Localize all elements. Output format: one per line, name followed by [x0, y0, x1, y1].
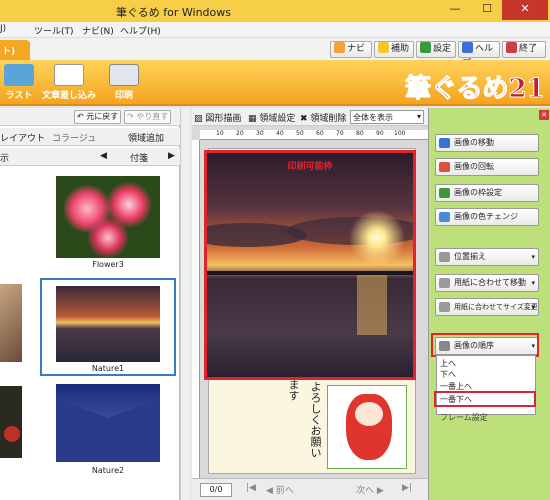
- view-toolbar: 示 ◀ 付箋 ▶: [0, 148, 180, 166]
- question-icon: [462, 42, 473, 53]
- tab-active[interactable]: ト): [0, 40, 30, 60]
- mountain-image: [56, 384, 160, 462]
- thumbnail-caption: Nature1: [91, 364, 125, 373]
- frame-icon: [439, 188, 450, 198]
- rotate-image-button[interactable]: 画像の回転: [435, 158, 539, 176]
- card-text-1: よろしくお願い: [309, 381, 322, 458]
- rotate-icon: [439, 162, 450, 172]
- app-logo: 筆ぐるめ21: [404, 74, 545, 105]
- ribbon: ラスト 文章差し込み 印刷 筆ぐるめ21: [0, 60, 550, 106]
- area-settings-button[interactable]: ▦ 領域設定: [248, 111, 295, 124]
- window-title: 筆ぐるめ for Windows: [116, 6, 232, 19]
- image-tools-panel: ✕ 画像の移動 画像の回転 画像の枠設定 画像の色チェンジ 位置揃え ▾ 用紙に合…: [428, 108, 550, 500]
- thumbnail-partial-1[interactable]: [0, 180, 24, 264]
- flower-image: [56, 176, 160, 258]
- help-support-button[interactable]: 補助: [374, 41, 414, 58]
- close-panel-icon[interactable]: ✕: [539, 110, 549, 120]
- draw-shape-button[interactable]: ▨ 図形描画: [194, 111, 241, 124]
- color-change-button[interactable]: 画像の色チェンジ: [435, 208, 539, 226]
- frame-settings-partial[interactable]: フレーム設定: [440, 412, 488, 424]
- ribbon-illust[interactable]: ラスト: [2, 64, 36, 101]
- add-area-button[interactable]: 領域追加: [128, 131, 164, 144]
- menu-item-down[interactable]: 下へ: [440, 369, 456, 380]
- fusen-tab[interactable]: 付箋: [130, 151, 148, 164]
- title-bar: 筆ぐるめ for Windows — ☐ ✕: [0, 0, 550, 22]
- settings-button[interactable]: 設定: [416, 41, 456, 58]
- collage-button[interactable]: コラージュ: [52, 131, 96, 144]
- help-button[interactable]: ヘルプ: [458, 41, 500, 69]
- daruma-illustration: [327, 385, 407, 469]
- text-merge-icon: [54, 64, 84, 86]
- horizontal-ruler: 10 20 30 40 50 60 70 80 90 100: [200, 130, 428, 140]
- print-area-label: 印刷可能枠: [287, 162, 333, 172]
- image-browser-panel: ↶ 元に戻す ↷ やり直す レイアウト コラージュ 領域追加 示 ◀ 付箋 ▶ …: [0, 108, 180, 500]
- align-icon: [439, 252, 450, 262]
- illust-icon: [4, 64, 34, 86]
- maximize-button[interactable]: ☐: [472, 0, 502, 20]
- exit-icon: [506, 42, 517, 53]
- vertical-ruler: [192, 140, 200, 480]
- thumbnail-partial-3[interactable]: [0, 386, 22, 458]
- move-icon: [439, 138, 450, 148]
- menu-navi[interactable]: ナビ(N): [82, 24, 114, 37]
- page-status-bar: 0/0 |◀ ◀ 前へ 次へ ▶ ▶|: [192, 478, 428, 500]
- fit-resize-icon: [439, 302, 450, 312]
- page-counter: 0/0: [200, 483, 232, 497]
- close-button[interactable]: ✕: [502, 0, 548, 20]
- menu-tools[interactable]: ツール(T): [34, 24, 74, 37]
- sunset-photo[interactable]: 印刷可能枠: [204, 150, 416, 380]
- thumbnail-caption: Nature2: [91, 466, 125, 475]
- fit-move-button[interactable]: 用紙に合わせて移動 ▾: [435, 274, 539, 292]
- fusen-prev[interactable]: ◀: [100, 151, 107, 161]
- order-button-highlight: [431, 333, 539, 357]
- minimize-button[interactable]: —: [438, 0, 472, 20]
- ribbon-text-merge[interactable]: 文章差し込み: [42, 64, 96, 101]
- area-delete-button[interactable]: ✖ 領域削除: [300, 111, 346, 124]
- navi-icon: [334, 42, 345, 53]
- star-icon: [378, 42, 389, 53]
- zoom-select[interactable]: 全体を表示 ▾: [350, 110, 424, 124]
- align-button[interactable]: 位置揃え ▾: [435, 248, 539, 266]
- menu-edit[interactable]: J): [0, 24, 6, 34]
- layout-toolbar: レイアウト コラージュ 領域追加: [0, 128, 180, 146]
- thumbnail-partial-2[interactable]: [0, 284, 22, 362]
- fit-resize-button[interactable]: 用紙に合わせてサイズ変更 ▾: [435, 298, 539, 316]
- prev-page-button[interactable]: ◀ 前へ: [266, 483, 294, 496]
- palette-icon: [439, 212, 450, 222]
- thumbnail-caption: Flower3: [92, 260, 124, 269]
- view-select[interactable]: 示: [0, 151, 9, 164]
- menu-item-up[interactable]: 上へ: [440, 358, 456, 369]
- card-text-2: ます: [287, 379, 300, 401]
- frame-image-button[interactable]: 画像の枠設定: [435, 184, 539, 202]
- menu-bar: J) ツール(T) ナビ(N) ヘルプ(H): [0, 22, 550, 38]
- gear-icon: [420, 42, 431, 53]
- layout-menu[interactable]: レイアウト: [0, 131, 45, 144]
- undo-toolbar: ↶ 元に戻す ↷ やり直す: [0, 108, 180, 126]
- first-page-button[interactable]: |◀: [246, 483, 256, 493]
- canvas-area: ▨ 図形描画 ▦ 領域設定 ✖ 領域削除 全体を表示 ▾ 10 20 30 40 …: [192, 108, 428, 500]
- menu-help[interactable]: ヘルプ(H): [120, 24, 161, 37]
- thumbnail-flower3[interactable]: Flower3: [40, 174, 176, 270]
- undo-button[interactable]: ↶ 元に戻す: [74, 110, 122, 124]
- tab-row: ト) ナビ 補助 設定 ヘルプ 終了: [0, 38, 550, 69]
- canvas-toolbar: ▨ 図形描画 ▦ 領域設定 ✖ 領域削除 全体を表示 ▾: [192, 108, 428, 126]
- bottom-item-highlight: [434, 391, 536, 407]
- fusen-next[interactable]: ▶: [168, 151, 175, 161]
- redo-button[interactable]: ↷ やり直す: [124, 110, 172, 124]
- sunset-image: [56, 286, 160, 362]
- ribbon-print[interactable]: 印刷: [104, 64, 144, 101]
- sunset-artwork: [207, 153, 413, 377]
- navi-button[interactable]: ナビ: [330, 41, 372, 58]
- fit-move-icon: [439, 278, 450, 288]
- thumbnail-nature2[interactable]: Nature2: [40, 380, 176, 480]
- last-page-button[interactable]: ▶|: [402, 483, 412, 493]
- exit-button[interactable]: 終了: [502, 41, 546, 58]
- next-page-button[interactable]: 次へ ▶: [356, 483, 384, 496]
- move-image-button[interactable]: 画像の移動: [435, 134, 539, 152]
- thumbnail-nature1[interactable]: Nature1: [40, 278, 176, 376]
- vertical-scrollbar[interactable]: [180, 108, 190, 500]
- printer-icon: [109, 64, 139, 86]
